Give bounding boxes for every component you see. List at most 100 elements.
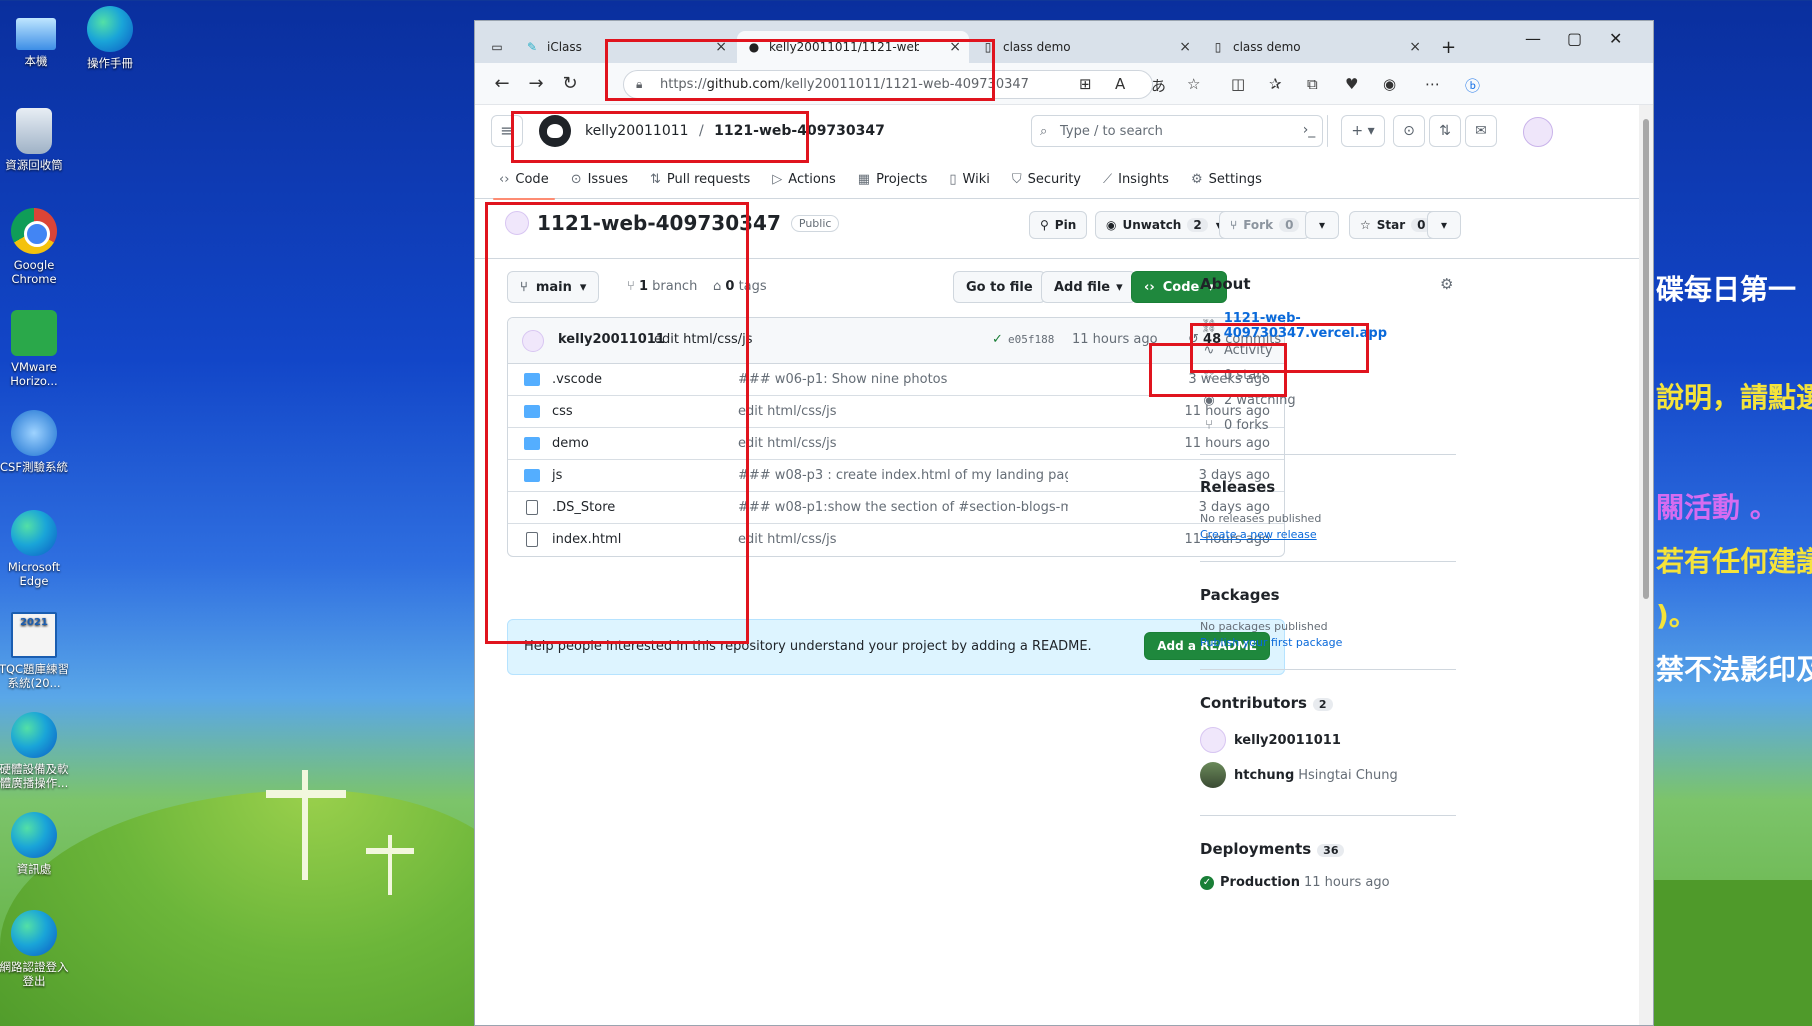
activity-link[interactable]: ∿ Activity	[1200, 343, 1273, 358]
back-icon[interactable]: ←	[485, 73, 519, 94]
branch-count-link[interactable]: ⑂ 1 branch	[627, 279, 697, 294]
lock-icon: 🔒︎	[636, 77, 643, 91]
desktop-icon-this-pc[interactable]: 本機	[0, 10, 76, 68]
new-tab-button[interactable]: +	[1431, 31, 1466, 63]
tab-pull-requests[interactable]: ⇅ Pull requests	[650, 161, 750, 199]
command-palette-button[interactable]: ›_	[1293, 115, 1325, 147]
create-release-link[interactable]: Create a new release	[1200, 528, 1317, 541]
extensions-icon[interactable]: ♥	[1345, 75, 1358, 93]
commit-hash[interactable]: e05f188	[1008, 333, 1054, 346]
desktop-icon-recycle-bin[interactable]: 資源回收筒	[0, 108, 74, 172]
repo-link[interactable]: 1121-web-409730347	[714, 123, 885, 139]
tab-actions[interactable]: ▷ Actions	[772, 161, 836, 199]
desktop-icon-vmware[interactable]: VMware Horizo...	[0, 310, 74, 388]
branch-select[interactable]: ⑂ main ▾	[507, 271, 600, 303]
table-row[interactable]: .DS_Store ### w08-p1:show the section of…	[508, 492, 1284, 524]
repo-name[interactable]: 1121-web-409730347	[537, 211, 781, 235]
tab-wiki[interactable]: ▯ Wiki	[949, 161, 989, 199]
desktop-icon-tqc[interactable]: 2021 TQC題庫練習系統(20...	[0, 612, 74, 690]
pin-button[interactable]: ⚲ Pin	[1029, 211, 1088, 239]
table-row[interactable]: css edit html/css/js 11 hours ago	[508, 396, 1284, 428]
publish-package-link[interactable]: Publish your first package	[1200, 636, 1342, 649]
website-link[interactable]: ⛓ 1121-web-409730347.vercel.app	[1200, 311, 1460, 341]
tab-iclass[interactable]: ✎ iClass ×	[515, 31, 735, 63]
commit-time: 11 hours ago	[1072, 332, 1158, 347]
read-aloud-icon[interactable]: A	[1115, 75, 1125, 93]
copilot-icon[interactable]: ⓑ	[1465, 75, 1480, 96]
scrollbar-thumb[interactable]	[1643, 119, 1649, 599]
url-input[interactable]: 🔒︎ https://github.com/kelly20011011/1121…	[623, 70, 1153, 99]
unwatch-button[interactable]: ◉Unwatch2▾	[1095, 211, 1233, 239]
tab-actions-button[interactable]: ▭	[481, 31, 513, 63]
collections-icon[interactable]: ⧉	[1307, 75, 1318, 93]
desktop-icon-edge[interactable]: Microsoft Edge	[0, 510, 74, 588]
close-icon[interactable]: ×	[1409, 39, 1421, 55]
menu-icon[interactable]: ≡	[491, 115, 523, 147]
go-to-file-button[interactable]: Go to file	[953, 271, 1046, 303]
search-input[interactable]: ⌕ Type / to search	[1031, 115, 1323, 147]
close-icon[interactable]: ×	[1179, 39, 1191, 55]
tab-projects[interactable]: ▦ Projects	[858, 161, 928, 199]
translate-icon[interactable]: あ	[1151, 75, 1166, 96]
close-icon[interactable]: ×	[715, 39, 727, 55]
maximize-icon[interactable]: ▢	[1567, 29, 1582, 48]
add-file-button[interactable]: Add file ▾	[1041, 271, 1136, 303]
desktop-icon-broadcast[interactable]: 硬體設備及軟體廣播操作...	[0, 712, 74, 790]
minimize-icon[interactable]: —	[1525, 29, 1541, 48]
desktop-icon-chrome[interactable]: Google Chrome	[0, 208, 74, 286]
stars-link[interactable]: ☆ 0 stars	[1200, 368, 1268, 383]
tab-code[interactable]: ‹› Code	[493, 161, 555, 200]
refresh-icon[interactable]: ↻	[553, 73, 587, 94]
tab-security[interactable]: ⛉ Security	[1012, 161, 1081, 199]
fork-dropdown[interactable]: ▾	[1305, 211, 1339, 239]
contributor-item[interactable]: kelly20011011	[1200, 727, 1341, 753]
packages-heading[interactable]: Packages	[1200, 586, 1280, 604]
close-window-icon[interactable]: ✕	[1609, 29, 1622, 48]
inbox-icon[interactable]: ✉	[1465, 115, 1497, 147]
contributor-item[interactable]: htchung Hsingtai Chung	[1200, 762, 1398, 788]
contributors-heading[interactable]: Contributors 2	[1200, 694, 1333, 712]
watching-link[interactable]: ◉ 2 watching	[1200, 393, 1295, 408]
table-row[interactable]: .vscode ### w06-p1: Show nine photos 3 w…	[508, 364, 1284, 396]
tab-insights[interactable]: ⟋ Insights	[1103, 161, 1169, 199]
commit-author[interactable]: kelly20011011	[558, 332, 665, 347]
forks-link[interactable]: ⑂ 0 forks	[1200, 418, 1269, 433]
table-row[interactable]: js ### w08-p3 : create index.html of my …	[508, 460, 1284, 492]
create-new-button[interactable]: + ▾	[1341, 115, 1385, 147]
tab-settings[interactable]: ⚙ Settings	[1191, 161, 1262, 199]
gear-icon[interactable]: ⚙	[1440, 275, 1453, 293]
scrollbar[interactable]	[1639, 105, 1653, 1025]
tab-class-demo-1[interactable]: ▯ class demo ×	[971, 31, 1199, 63]
desktop-icon-info[interactable]: 資訊處	[0, 812, 74, 876]
pull-requests-icon[interactable]: ⇅	[1429, 115, 1461, 147]
owner-link[interactable]: kelly20011011	[585, 123, 689, 139]
issues-icon[interactable]: ⊙	[1393, 115, 1425, 147]
profile-icon[interactable]: ◉	[1383, 75, 1396, 93]
close-icon[interactable]: ×	[949, 39, 961, 55]
tag-count-link[interactable]: ⌂ 0 tags	[713, 279, 767, 294]
favorite-icon[interactable]: ☆	[1187, 75, 1200, 93]
browser-window: ▭ ✎ iClass × ● kelly20011011/1121-web-40…	[474, 20, 1654, 1026]
commit-message[interactable]: edit html/css/js	[654, 332, 753, 347]
forward-icon[interactable]: →	[519, 73, 553, 94]
desktop-icon-manual[interactable]: 操作手冊	[70, 6, 150, 70]
command-palette-button[interactable]	[1327, 115, 1328, 147]
split-screen-icon[interactable]: ◫	[1231, 75, 1245, 93]
table-row[interactable]: demo edit html/css/js 11 hours ago	[508, 428, 1284, 460]
tab-github-repo[interactable]: ● kelly20011011/1121-web-409... ×	[737, 31, 969, 63]
desktop-icon-network-login[interactable]: 網路認證登入登出	[0, 910, 74, 988]
star-dropdown[interactable]: ▾	[1427, 211, 1461, 239]
avatar[interactable]	[1523, 117, 1553, 147]
table-row[interactable]: index.html edit html/css/js 11 hours ago	[508, 524, 1284, 556]
more-icon[interactable]: ⋯	[1425, 75, 1440, 93]
app-available-icon[interactable]: ⊞	[1079, 75, 1092, 93]
fork-button[interactable]: ⑂ Fork 0	[1219, 211, 1311, 239]
desktop-icon-csf[interactable]: CSF測驗系統	[0, 410, 74, 474]
tab-issues[interactable]: ⊙ Issues	[571, 161, 628, 199]
favorites-icon[interactable]: ✰	[1269, 75, 1282, 93]
deployment-item[interactable]: ✓ Production 11 hours ago	[1200, 875, 1390, 890]
deployments-heading[interactable]: Deployments 36	[1200, 840, 1345, 858]
releases-heading[interactable]: Releases	[1200, 478, 1275, 496]
tab-class-demo-2[interactable]: ▯ class demo ×	[1201, 31, 1429, 63]
github-logo-icon[interactable]	[539, 115, 571, 147]
